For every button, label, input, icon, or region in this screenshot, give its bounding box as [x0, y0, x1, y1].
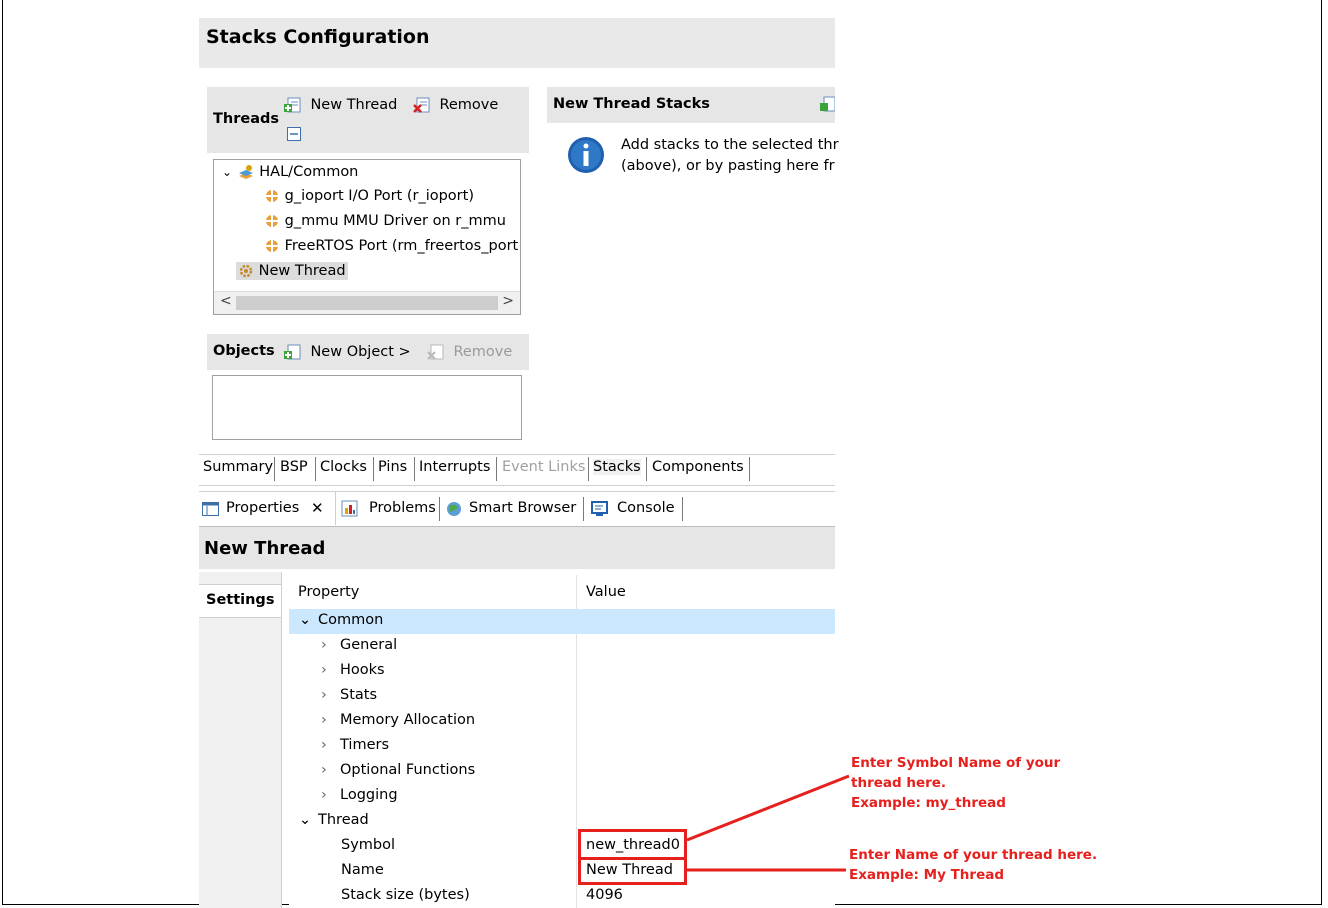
symbol-annotation-line1: Enter Symbol Name of your: [851, 755, 1061, 771]
symbol-annotation-line3: Example: my_thread: [851, 795, 1006, 811]
name-annotation: Enter Name of your thread here. Example:…: [849, 845, 1097, 885]
symbol-annotation: Enter Symbol Name of your thread here. E…: [851, 753, 1060, 813]
symbol-callout-line: [686, 774, 850, 842]
symbol-annotation-line2: thread here.: [851, 775, 947, 791]
callout-lines: [686, 774, 850, 872]
name-annotation-line2: Example: My Thread: [849, 867, 1004, 883]
name-annotation-line1: Enter Name of your thread here.: [849, 847, 1098, 863]
